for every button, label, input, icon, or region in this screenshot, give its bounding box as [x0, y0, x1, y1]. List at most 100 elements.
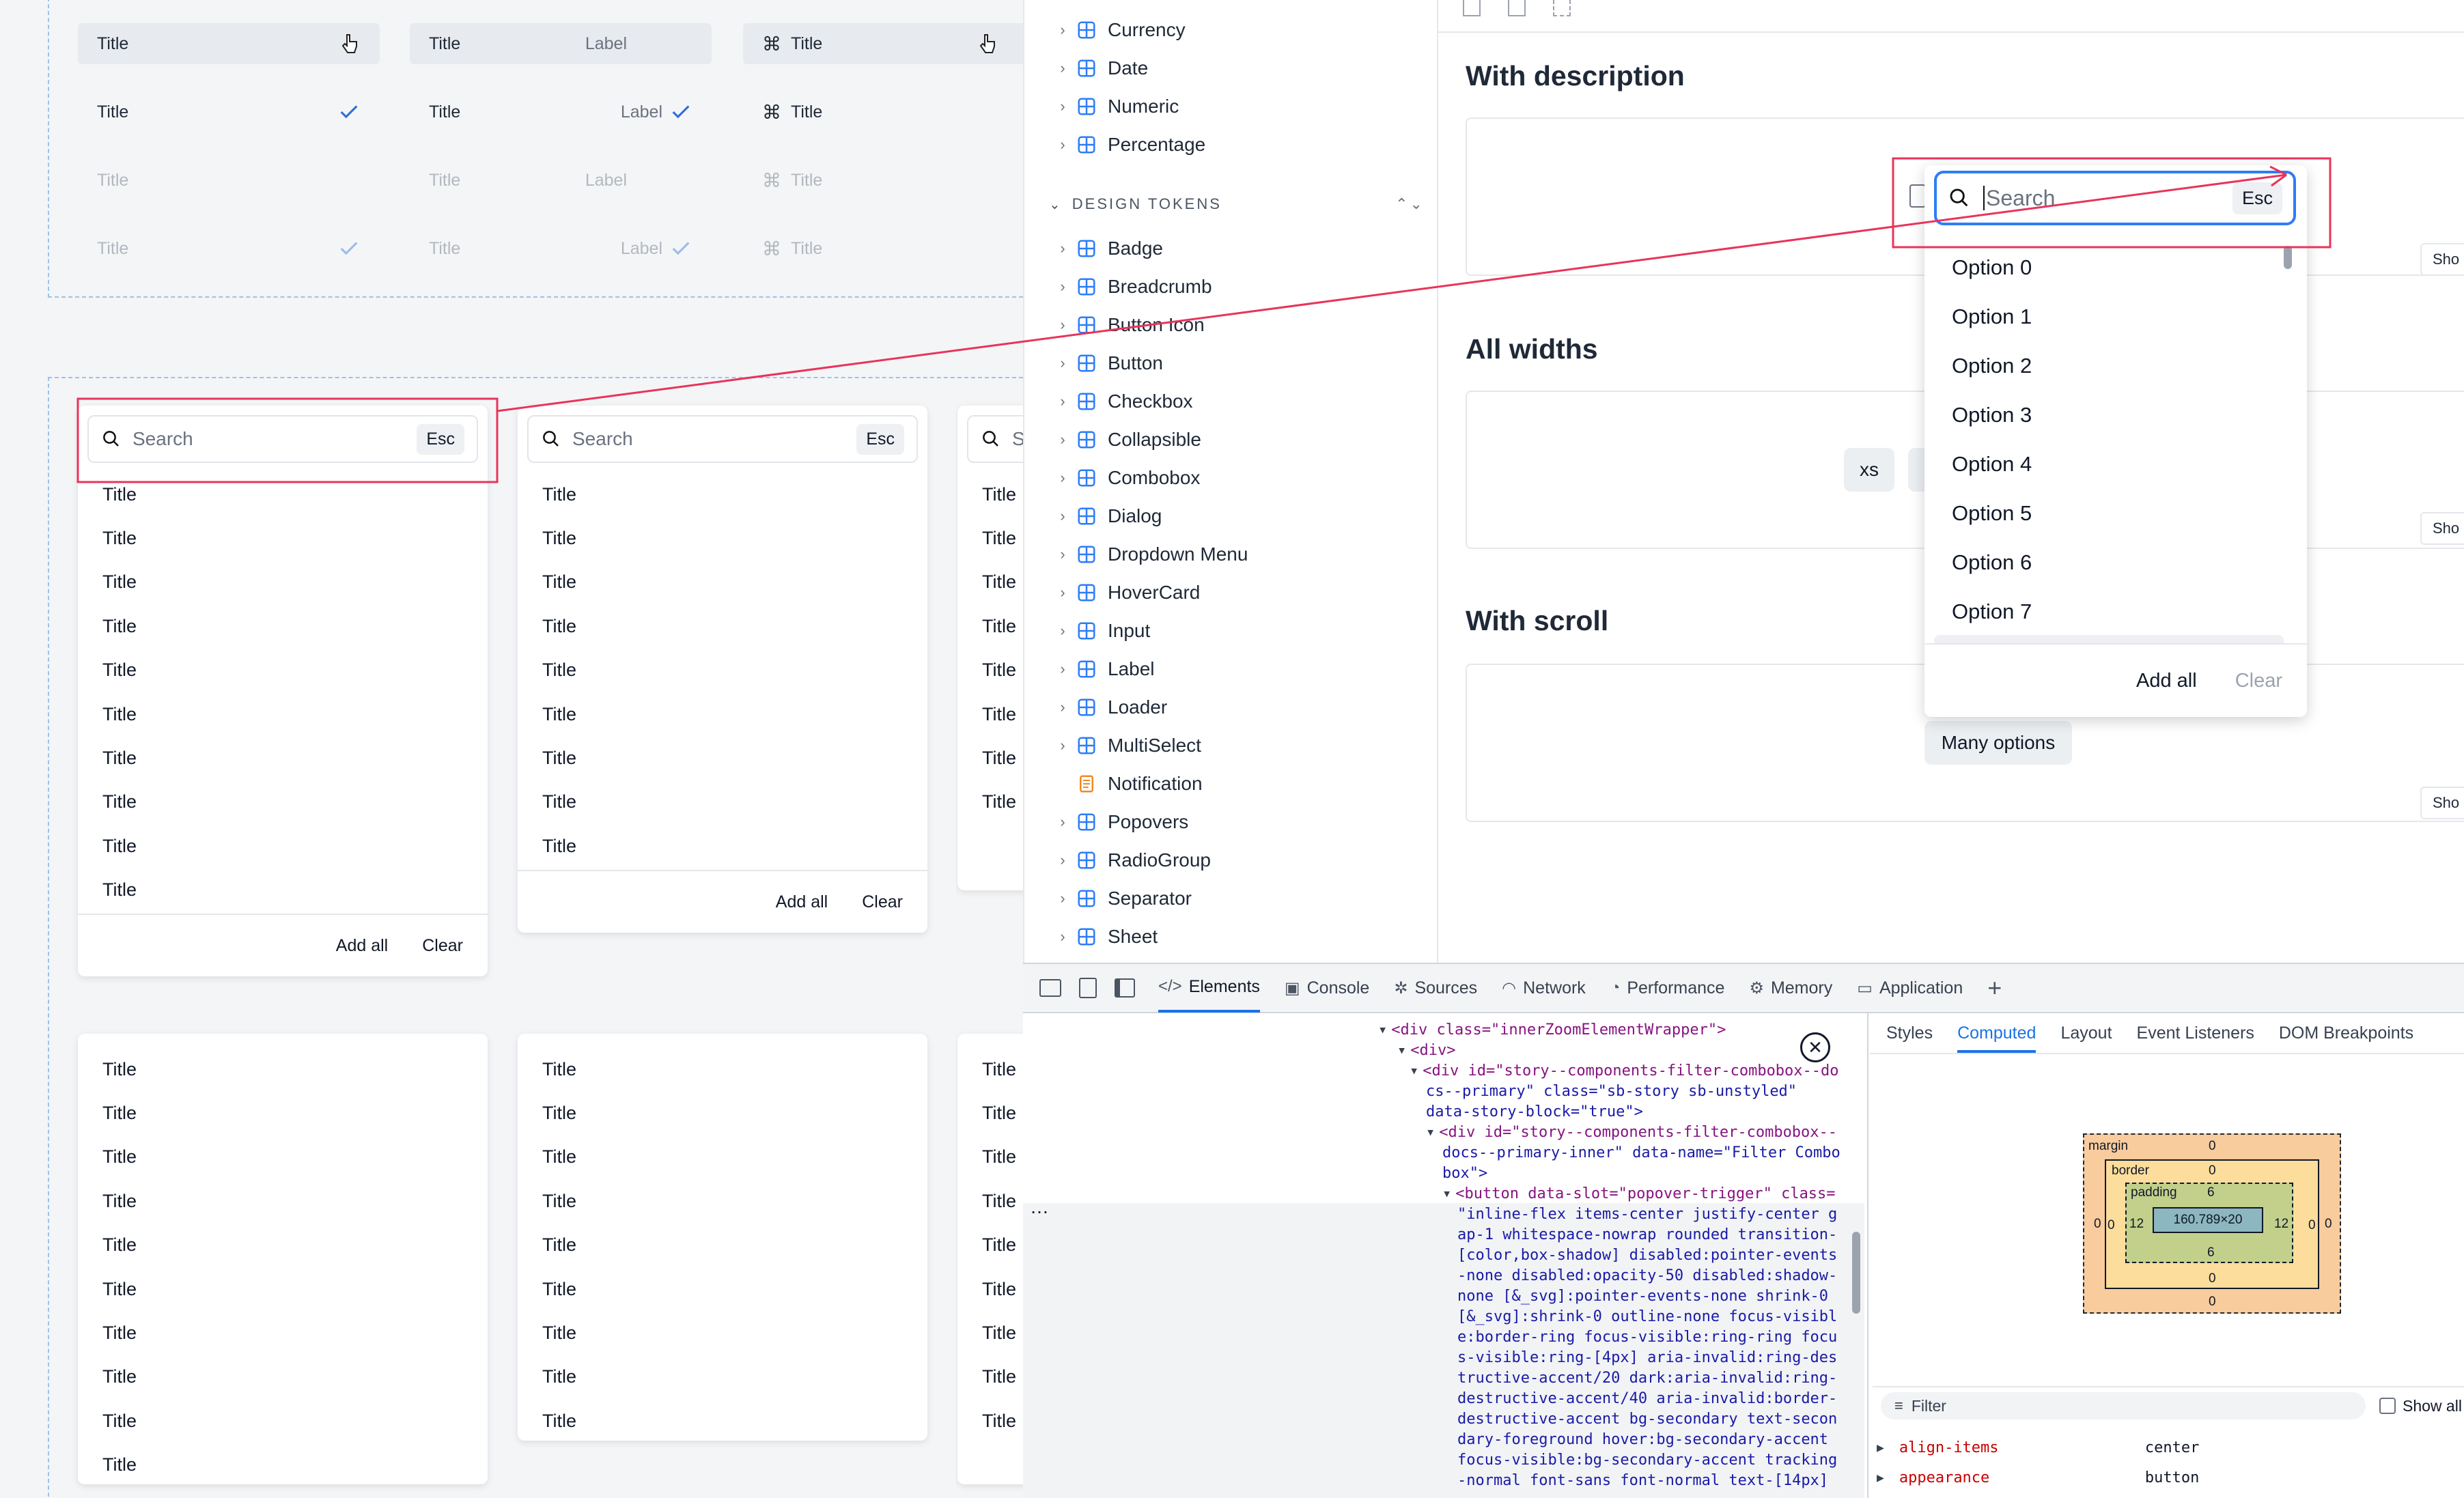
- list-item[interactable]: Title: [957, 516, 1023, 560]
- list-item[interactable]: Title: [957, 604, 1023, 648]
- sidebar-item[interactable]: › Button: [1024, 344, 1434, 382]
- list-item[interactable]: Title: [518, 516, 927, 560]
- application-tab[interactable]: ▭ Application: [1857, 963, 1963, 1013]
- side-tab[interactable]: Computed: [1957, 1023, 2036, 1053]
- list-item[interactable]: Title: [518, 780, 927, 824]
- sidebar-item[interactable]: › Separator: [1024, 879, 1434, 918]
- show-code-button[interactable]: Sho: [2420, 512, 2464, 545]
- code-line[interactable]: destructive-accent/40 aria-invalid:borde…: [1457, 1389, 1837, 1409]
- list-item[interactable]: Title: [518, 736, 927, 780]
- option-item[interactable]: Option 1: [1952, 305, 2032, 329]
- sidebar-item[interactable]: › Label: [1024, 650, 1434, 688]
- list-item[interactable]: Title: [78, 1224, 488, 1267]
- grid-icon[interactable]: [1463, 0, 1481, 16]
- side-tab[interactable]: Event Listeners: [2137, 1023, 2254, 1043]
- list-item[interactable]: Title: [78, 1443, 488, 1484]
- image-icon[interactable]: [1508, 0, 1526, 16]
- code-line[interactable]: ap-1 whitespace-nowrap rounded transitio…: [1457, 1225, 1837, 1245]
- device-toolbar-icon[interactable]: [1079, 978, 1097, 998]
- expand-triangle-icon[interactable]: ▾: [1426, 1124, 1435, 1141]
- dock-icon[interactable]: [1115, 978, 1135, 998]
- list-item[interactable]: Title: [518, 824, 927, 868]
- code-line[interactable]: ▾ <div id="story--components-filter-combo…: [1426, 1122, 1837, 1143]
- list-item[interactable]: Title: [78, 1399, 488, 1443]
- sidebar-item[interactable]: › Loader: [1024, 688, 1434, 726]
- expand-triangle-icon[interactable]: ▾: [1410, 1062, 1418, 1079]
- side-tab[interactable]: DOM Breakpoints: [2279, 1023, 2413, 1043]
- list-item[interactable]: Title: [518, 1355, 927, 1399]
- ellipsis-icon[interactable]: …: [1030, 1196, 1049, 1218]
- code-line[interactable]: -normal font-sans font-normal text-[14px…: [1457, 1471, 1828, 1491]
- option-item[interactable]: Option 4: [1952, 452, 2032, 477]
- option-item[interactable]: Option 2: [1952, 354, 2032, 378]
- code-line[interactable]: -none disabled:opacity-50 disabled:shado…: [1457, 1266, 1837, 1286]
- sidebar-item[interactable]: › Sheet: [1024, 918, 1434, 956]
- list-item[interactable]: Title: [78, 1311, 488, 1355]
- expand-triangle-icon[interactable]: ▶: [1877, 1471, 1884, 1485]
- code-line[interactable]: [&_svg]:shrink-0 outline-none focus-visi…: [1457, 1307, 1837, 1327]
- trigger-icon[interactable]: [1909, 184, 1926, 208]
- side-tab[interactable]: Styles: [1886, 1023, 1933, 1043]
- clear-button[interactable]: Clear: [862, 892, 903, 912]
- option-item[interactable]: Option 6: [1952, 550, 2032, 575]
- list-item[interactable]: Title: [957, 1311, 1023, 1355]
- collapse-toggle-icon[interactable]: ⌃⌄: [1395, 195, 1425, 213]
- inspect-icon[interactable]: [1039, 979, 1061, 997]
- code-line[interactable]: docs--primary-inner" data-name="Filter C…: [1442, 1143, 1840, 1163]
- list-item[interactable]: Title: [518, 561, 927, 604]
- code-line[interactable]: ▾ <div class="innerZoomElementWrapper">: [1378, 1020, 1726, 1041]
- list-item[interactable]: Title: [518, 1311, 927, 1355]
- list-item[interactable]: Title: [78, 516, 488, 560]
- list-item[interactable]: Title: [78, 1091, 488, 1135]
- list-item[interactable]: Title: [78, 868, 488, 912]
- computed-property-row[interactable]: ▶ appearance button: [1877, 1462, 2464, 1493]
- scrollbar[interactable]: [2284, 246, 2292, 269]
- list-item[interactable]: Title: [78, 649, 488, 692]
- code-line[interactable]: cs--primary" class="sb-story sb-unstyled…: [1426, 1082, 1797, 1102]
- expand-triangle-icon[interactable]: ▾: [1397, 1042, 1406, 1059]
- sidebar-item[interactable]: › Dropdown Menu: [1024, 535, 1434, 574]
- section-header-design-tokens[interactable]: ⌄ DESIGN TOKENS ⌃⌄: [1049, 187, 1431, 221]
- show-code-button[interactable]: Sho: [2420, 787, 2464, 819]
- list-item[interactable]: Title: [78, 604, 488, 648]
- list-item[interactable]: Title: [78, 736, 488, 780]
- list-item[interactable]: Title: [957, 1355, 1023, 1399]
- sidebar-item[interactable]: › Checkbox: [1024, 382, 1434, 421]
- more-tabs-icon[interactable]: +: [1987, 974, 2002, 1002]
- list-item[interactable]: Title: [78, 780, 488, 824]
- sidebar-item[interactable]: › Combobox: [1024, 459, 1434, 497]
- code-line[interactable]: focus-visible:bg-secondary-accent tracki…: [1457, 1450, 1837, 1471]
- sidebar-item[interactable]: › Breadcrumb: [1024, 268, 1434, 306]
- list-item[interactable]: Title: [957, 472, 1023, 516]
- accessibility-icon[interactable]: ✕: [1800, 1032, 1830, 1062]
- code-line[interactable]: tructive-accent/20 dark:aria-invalid:rin…: [1457, 1368, 1837, 1389]
- sidebar-item[interactable]: › Percentage: [1024, 126, 1434, 164]
- add-all-button[interactable]: Add all: [2136, 670, 2197, 692]
- list-item[interactable]: Title: [957, 1047, 1023, 1091]
- list-item[interactable]: Title: [78, 1135, 488, 1179]
- list-item[interactable]: Title: [78, 561, 488, 604]
- search-input[interactable]: Search Esc: [87, 415, 478, 463]
- list-item[interactable]: Title: [518, 649, 927, 692]
- list-item[interactable]: Title: [957, 1179, 1023, 1223]
- clear-button[interactable]: Clear: [422, 936, 463, 956]
- sources-tab[interactable]: ✲ Sources: [1394, 963, 1477, 1013]
- sidebar-item[interactable]: › Date: [1024, 49, 1434, 87]
- sidebar-item[interactable]: › Popovers: [1024, 803, 1434, 841]
- option-item[interactable]: Option 3: [1952, 403, 2032, 427]
- list-item[interactable]: Title: [957, 1399, 1023, 1443]
- list-item[interactable]: Title: [518, 1267, 927, 1311]
- sidebar-item[interactable]: › Numeric: [1024, 87, 1434, 126]
- sidebar-item[interactable]: › Currency: [1024, 11, 1434, 49]
- menu-item[interactable]: Title Label: [410, 23, 712, 64]
- code-line[interactable]: e:border-ring focus-visible:ring-ring fo…: [1457, 1327, 1837, 1348]
- scrollbar[interactable]: [1852, 1232, 1860, 1314]
- clear-button[interactable]: Clear: [2235, 670, 2282, 692]
- option-item[interactable]: Option 0: [1952, 255, 2032, 280]
- code-line[interactable]: ▾ <button data-slot="popover-trigger" cla…: [1442, 1184, 1836, 1204]
- sidebar-item[interactable]: › MultiSelect: [1024, 726, 1434, 765]
- search-input[interactable]: Search Esc: [1934, 171, 2296, 225]
- elements-tab[interactable]: </> Elements: [1158, 963, 1260, 1013]
- memory-tab[interactable]: ⚙ Memory: [1749, 963, 1832, 1013]
- code-line[interactable]: s-visible:ring-[4px] aria-invalid:ring-d…: [1457, 1348, 1837, 1368]
